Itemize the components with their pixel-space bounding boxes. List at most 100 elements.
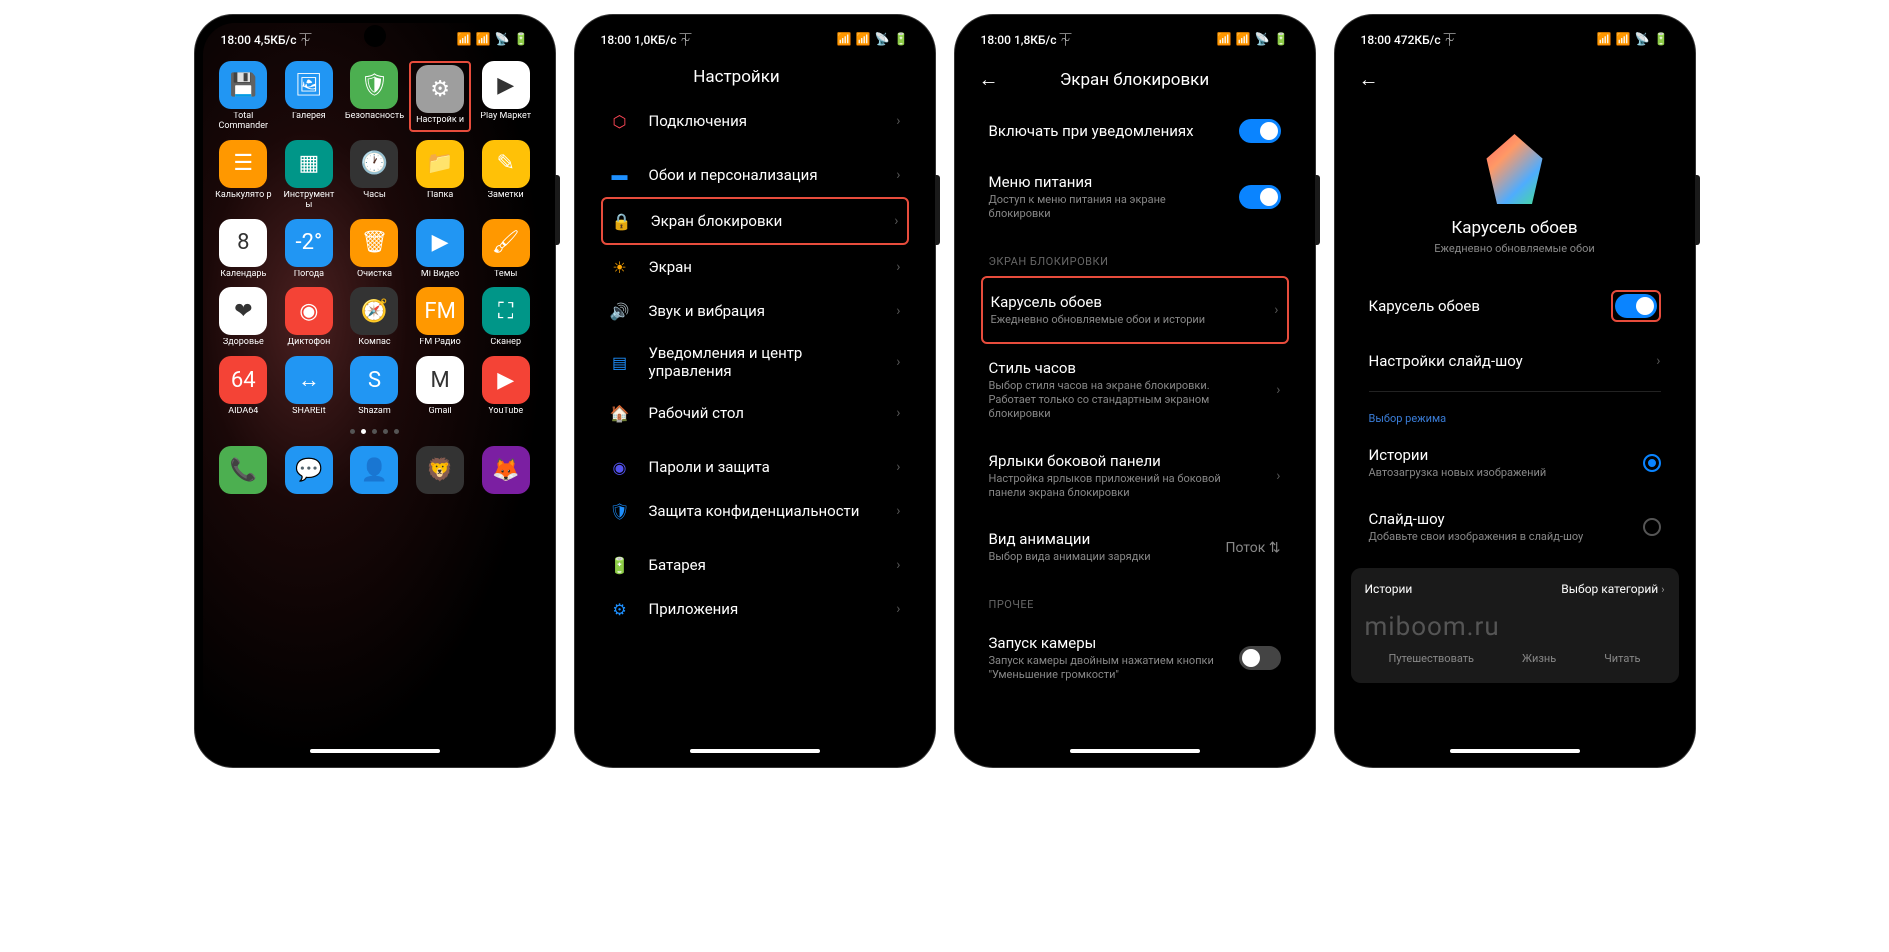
chevron-right-icon: › — [1661, 583, 1664, 596]
nav-handle[interactable] — [690, 749, 820, 753]
radio-button[interactable] — [1643, 518, 1661, 536]
app-здоровье[interactable]: ❤Здоровье — [213, 287, 275, 348]
status-speed: 1,8КБ/с — [1014, 33, 1057, 47]
setting-row[interactable]: Стиль часовВыбор стиля часов на экране б… — [981, 344, 1289, 437]
setting-icon: 🔒 — [611, 210, 633, 232]
app-очистка[interactable]: 🗑Очистка — [344, 219, 406, 280]
category-tab[interactable]: Жизнь — [1522, 652, 1556, 665]
app-play-маркет[interactable]: ▶Play Маркет — [475, 61, 537, 132]
chevron-right-icon: › — [1276, 468, 1280, 484]
app-заметки[interactable]: ✎ Заметки — [475, 140, 537, 211]
setting-row[interactable]: Ярлыки боковой панелиНастройка ярлыков п… — [981, 437, 1289, 516]
app-icon: FM — [416, 287, 464, 335]
setting-row[interactable]: Меню питанияДоступ к меню питания на экр… — [981, 158, 1289, 237]
carousel-toggle-row[interactable]: Карусель обоев — [1361, 275, 1669, 337]
app-компас[interactable]: 🧭Компас — [344, 287, 406, 348]
app-сканер[interactable]: ⛶Сканер — [475, 287, 537, 348]
app-shareit[interactable]: ↔SHAREit — [278, 356, 340, 417]
setting-row[interactable]: ◉ Пароли и защита › — [601, 445, 909, 489]
app-gmail[interactable]: MGmail — [409, 356, 471, 417]
signal-icon: 📶 — [1217, 32, 1232, 46]
setting-row[interactable]: ⬡ Подключения › — [601, 99, 909, 143]
setting-sub: Выбор стиля часов на экране блокировки. … — [989, 379, 1259, 422]
app-icon: ▶ — [482, 61, 530, 109]
wallpaper-carousel-icon — [1480, 134, 1550, 204]
app-icon: ☰ — [219, 140, 267, 188]
app-настройк-и[interactable]: ⚙Настройк и — [409, 61, 471, 132]
setting-row[interactable]: ☀ Экран › — [601, 245, 909, 289]
setting-row[interactable]: Запуск камерыЗапуск камеры двойным нажат… — [981, 619, 1289, 698]
app-календарь[interactable]: 8Календарь — [213, 219, 275, 280]
nav-handle[interactable] — [1450, 749, 1580, 753]
back-button[interactable]: ← — [1359, 67, 1379, 92]
app-инструмент-ы[interactable]: ▦Инструмент ы — [278, 140, 340, 211]
wifi-icon: 📡 — [495, 32, 510, 46]
setting-row[interactable]: 🔋 Батарея › — [601, 543, 909, 587]
category-selector[interactable]: Выбор категорий › — [1561, 582, 1664, 596]
back-button[interactable]: ← — [979, 67, 999, 92]
app-безопасность[interactable]: 🛡Безопасность — [344, 61, 406, 132]
setting-sub: Настройка ярлыков приложений на боковой … — [989, 472, 1259, 501]
setting-row[interactable]: ⚙ Приложения › — [601, 587, 909, 631]
chevron-right-icon: › — [894, 213, 898, 229]
setting-row[interactable]: 🔒 Экран блокировки › — [601, 197, 909, 245]
toggle-switch[interactable] — [1239, 119, 1281, 143]
hero-title: Карусель обоев — [1451, 218, 1577, 238]
app-label: Инструмент ы — [279, 191, 339, 211]
setting-row[interactable]: Карусель обоевЕжедневно обновляемые обои… — [981, 276, 1289, 344]
app-shazam[interactable]: SShazam — [344, 356, 406, 417]
app-диктофон[interactable]: ◉Диктофон — [278, 287, 340, 348]
app-погода[interactable]: -2°Погода — [278, 219, 340, 280]
dock-app[interactable]: 💬 — [278, 446, 340, 494]
app-aida64[interactable]: 64AIDA64 — [213, 356, 275, 417]
setting-icon: ◉ — [609, 456, 631, 478]
app-icon: ↔ — [285, 356, 333, 404]
app-галерея[interactable]: 🖼Галерея — [278, 61, 340, 132]
setting-label: Настройки слайд-шоу — [1369, 352, 1639, 370]
app-total-commander[interactable]: 💾Total Commander — [213, 61, 275, 132]
app-icon: ▶ — [482, 356, 530, 404]
battery-icon: 🔋 — [894, 32, 909, 46]
app-калькулято-р[interactable]: ☰Калькулято р — [213, 140, 275, 211]
dock-app[interactable]: 🦊 — [475, 446, 537, 494]
setting-label: Меню питания — [989, 173, 1221, 191]
toggle-switch[interactable] — [1615, 294, 1657, 318]
signal-icon: 📶 — [856, 32, 871, 46]
mode-option[interactable]: Слайд-шоуДобавьте свои изображения в сла… — [1361, 495, 1669, 559]
setting-row[interactable]: ▤ Уведомления и центр управления › — [601, 333, 909, 391]
app-часы[interactable]: 🕐Часы — [344, 140, 406, 211]
signal-icon: 📶 — [476, 32, 491, 46]
category-tab[interactable]: Читать — [1604, 652, 1640, 665]
setting-row[interactable]: 🔊 Звук и вибрация › — [601, 289, 909, 333]
app-label: Заметки — [488, 191, 524, 201]
setting-row[interactable]: 🏠 Рабочий стол › — [601, 391, 909, 435]
setting-row[interactable]: ▬ Обои и персонализация › — [601, 153, 909, 197]
dock-app[interactable]: 📞 — [213, 446, 275, 494]
app-youtube[interactable]: ▶YouTube — [475, 356, 537, 417]
category-tab[interactable]: Путешествовать — [1388, 652, 1474, 665]
chevron-right-icon: › — [896, 259, 900, 275]
setting-row[interactable]: 🛡 Защита конфиденциальности › — [601, 489, 909, 533]
setting-row[interactable]: Вид анимацииВыбор вида анимации зарядки … — [981, 515, 1289, 579]
radio-button[interactable] — [1643, 454, 1661, 472]
app-папка[interactable]: 📁Папка — [409, 140, 471, 211]
app-темы[interactable]: 🖌Темы — [475, 219, 537, 280]
app-label: Диктофон — [287, 338, 330, 348]
setting-row[interactable]: Включать при уведомлениях — [981, 104, 1289, 158]
mode-option[interactable]: ИсторииАвтозагрузка новых изображений — [1361, 431, 1669, 495]
app-icon: ✎ — [482, 140, 530, 188]
dock-app[interactable]: 👤 — [344, 446, 406, 494]
toggle-switch[interactable] — [1239, 646, 1281, 670]
app-fm-радио[interactable]: FMFM Радио — [409, 287, 471, 348]
camera-notch — [364, 25, 386, 47]
setting-icon: 🔊 — [609, 300, 631, 322]
nav-handle[interactable] — [310, 749, 440, 753]
nav-handle[interactable] — [1070, 749, 1200, 753]
toggle-switch[interactable] — [1239, 185, 1281, 209]
slideshow-settings-row[interactable]: Настройки слайд-шоу › — [1361, 337, 1669, 385]
setting-sub: Ежедневно обновляемые обои и истории — [991, 313, 1257, 327]
app-mi-видео[interactable]: ▶Mi Видео — [409, 219, 471, 280]
app-icon: 🖌 — [482, 219, 530, 267]
dock-app[interactable]: 🦁 — [409, 446, 471, 494]
app-label: Mi Видео — [421, 270, 459, 280]
